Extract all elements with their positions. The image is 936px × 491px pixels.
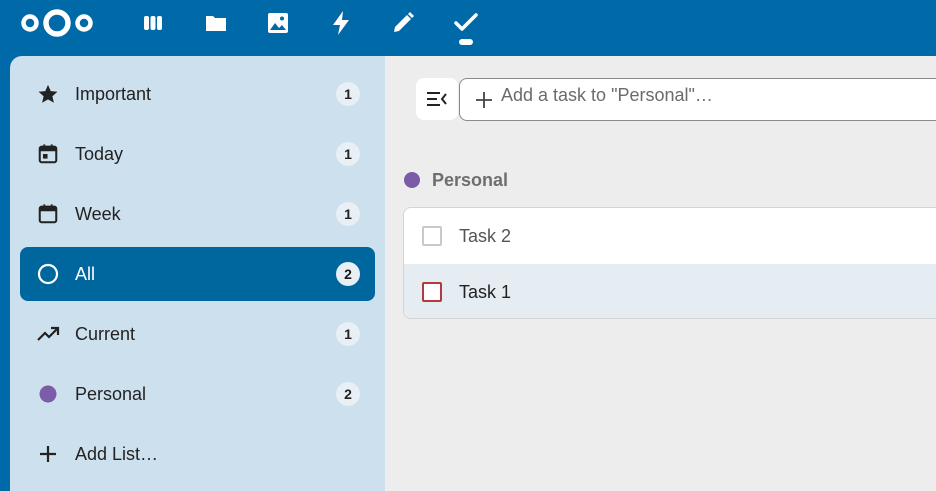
sidebar-item-label: Today: [75, 144, 124, 164]
tasks-icon[interactable]: [451, 8, 481, 38]
task-row[interactable]: Task 2: [404, 208, 936, 263]
sidebar-item-label: Week: [75, 204, 121, 224]
toggle-sidebar-button[interactable]: [416, 78, 458, 120]
main-content: Personal Task 2 Task 1: [385, 56, 936, 491]
task-list: Task 2 Task 1: [403, 207, 936, 319]
task-row[interactable]: Task 1: [404, 264, 936, 318]
count-badge: 1: [336, 202, 360, 226]
sidebar-item-important[interactable]: Important 1: [20, 67, 375, 121]
star-icon: [36, 82, 60, 106]
add-task-input[interactable]: [501, 83, 936, 107]
count-badge: 2: [336, 262, 360, 286]
nextcloud-logo[interactable]: [18, 6, 96, 40]
sidebar-item-label: Current: [75, 324, 136, 344]
sidebar-item-personal[interactable]: Personal 2: [20, 367, 375, 421]
top-bar: [0, 0, 936, 56]
circle-outline-icon: [36, 262, 60, 286]
plus-icon: [36, 442, 60, 466]
sidebar-item-current[interactable]: Current 1: [20, 307, 375, 361]
task-title[interactable]: Task 2: [459, 226, 511, 247]
plus-icon: [476, 92, 492, 108]
dashboard-icon[interactable]: [138, 8, 168, 38]
list-header: Personal: [404, 168, 508, 192]
count-badge: 1: [336, 82, 360, 106]
activity-icon[interactable]: [326, 8, 356, 38]
add-list-button[interactable]: Add List…: [20, 427, 375, 481]
sidebar: Important 1 Today 1 Week 1 All 2 Current…: [10, 56, 385, 491]
files-icon[interactable]: [201, 8, 231, 38]
sidebar-item-label: All: [75, 264, 96, 284]
calendar-today-icon: [36, 142, 60, 166]
menu-collapse-icon: [427, 92, 447, 106]
sidebar-item-label: Add List…: [75, 444, 159, 464]
sidebar-item-week[interactable]: Week 1: [20, 187, 375, 241]
active-app-indicator: [459, 39, 473, 45]
photos-icon[interactable]: [263, 8, 293, 38]
list-title: Personal: [432, 169, 509, 190]
sidebar-item-all[interactable]: All 2: [20, 247, 375, 301]
trending-up-icon: [36, 322, 60, 346]
sidebar-item-label: Personal: [75, 384, 147, 404]
count-badge: 1: [336, 322, 360, 346]
task-checkbox[interactable]: [422, 226, 442, 246]
task-title[interactable]: Task 1: [459, 282, 511, 303]
sidebar-item-label: Important: [75, 84, 152, 104]
sidebar-item-today[interactable]: Today 1: [20, 127, 375, 181]
task-checkbox[interactable]: [422, 282, 442, 302]
notes-icon[interactable]: [388, 8, 418, 38]
add-task-field[interactable]: [459, 78, 936, 121]
list-color-dot: [404, 172, 420, 188]
calendar-week-icon: [36, 202, 60, 226]
count-badge: 1: [336, 142, 360, 166]
count-badge: 2: [336, 382, 360, 406]
color-dot-icon: [36, 382, 60, 406]
